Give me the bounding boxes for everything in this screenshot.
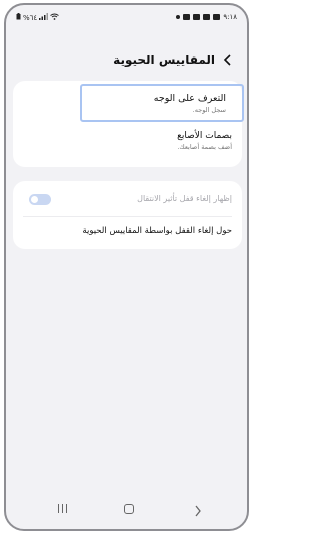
unlock-transition-label: إظهار إلغاء قفل تأثير الانتقال [137,194,232,203]
clock: ٩:١٨ [223,13,237,21]
phone-frame: %٦٤ ٩:١٨ المقاييس الحيوية التعرف على الو… [4,3,249,531]
recent-apps-button[interactable] [58,504,67,513]
page-title: المقاييس الحيوية [113,53,215,67]
fingerprints-subtitle: أضف بصمة أصابعك. [177,143,232,151]
fingerprints-item[interactable]: بصمات الأصابع أضف بصمة أصابعك. [13,131,242,151]
face-recognition-item[interactable]: التعرف على الوجه سجل الوجه. [13,84,242,124]
back-arrow-icon [195,505,201,517]
gallery-icon [203,14,211,20]
unlock-transition-toggle[interactable] [29,194,51,205]
notification-dot-icon [176,15,181,19]
battery-icon [16,13,21,22]
settings-card: إظهار إلغاء قفل تأثير الانتقال حول إلغاء… [13,181,242,249]
navigation-bar [6,501,247,521]
back-button[interactable] [219,51,237,69]
unlock-transition-row[interactable]: إظهار إلغاء قفل تأثير الانتقال [13,187,242,211]
face-recognition-title: التعرف على الوجه [153,93,226,104]
page-header: المقاييس الحيوية [16,47,237,73]
status-bar: %٦٤ ٩:١٨ [6,5,247,27]
recent-apps-icon [62,504,63,513]
nav-back-button[interactable] [194,502,202,521]
fingerprints-title: بصمات الأصابع [177,131,232,141]
about-biometrics-item[interactable]: حول إلغاء القفل بواسطة المقاييس الحيوية [82,226,232,236]
biometrics-card: التعرف على الوجه سجل الوجه. بصمات الأصاب… [13,81,244,167]
status-right: ٩:١٨ [176,13,237,21]
youtube-icon [193,14,201,20]
recent-apps-icon [66,504,67,513]
youtube-icon [183,14,191,20]
wifi-icon [50,13,59,22]
screenshot-icon [213,14,221,20]
battery-percent: %٦٤ [23,13,38,22]
status-left: %٦٤ [16,13,59,22]
home-button[interactable] [124,504,134,514]
chevron-right-icon [223,54,231,66]
divider [23,216,232,217]
signal-icon [39,13,49,22]
face-recognition-subtitle: سجل الوجه. [192,106,226,114]
recent-apps-icon [58,504,59,513]
